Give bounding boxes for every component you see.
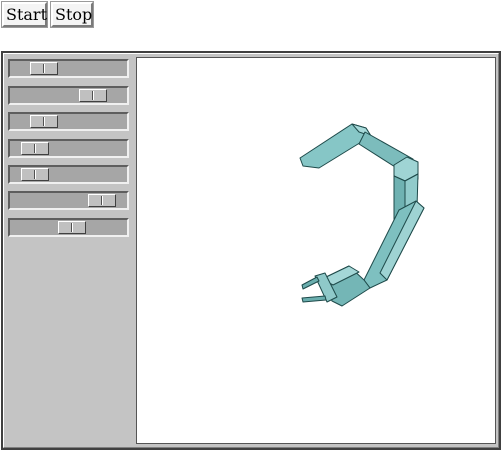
joint-6-slider[interactable]	[8, 191, 129, 210]
joint-2-thumb[interactable]	[79, 89, 108, 102]
joint-5-slider[interactable]	[8, 165, 129, 184]
joint-4-thumb[interactable]	[20, 142, 49, 155]
stop-button[interactable]: Stop	[50, 1, 94, 28]
robot-arm-applet	[1, 51, 501, 450]
joint-7-slider[interactable]	[8, 218, 129, 237]
gripper-finger-top	[301, 276, 320, 290]
robot-arm-icon	[299, 123, 425, 307]
start-button[interactable]: Start	[1, 1, 48, 28]
joint-5-thumb[interactable]	[20, 168, 49, 181]
joint-4-slider[interactable]	[8, 139, 129, 158]
joint-7-thumb[interactable]	[58, 221, 87, 234]
render-canvas[interactable]	[136, 57, 496, 444]
applet-panel	[3, 53, 499, 448]
joint-1-thumb[interactable]	[29, 62, 58, 75]
joint-2-slider[interactable]	[8, 86, 129, 105]
joint-3-thumb[interactable]	[29, 115, 58, 128]
joint-1-slider[interactable]	[8, 59, 129, 78]
joint-6-thumb[interactable]	[88, 194, 117, 207]
joint-3-slider[interactable]	[8, 112, 129, 131]
gripper-finger-bottom	[301, 295, 327, 303]
